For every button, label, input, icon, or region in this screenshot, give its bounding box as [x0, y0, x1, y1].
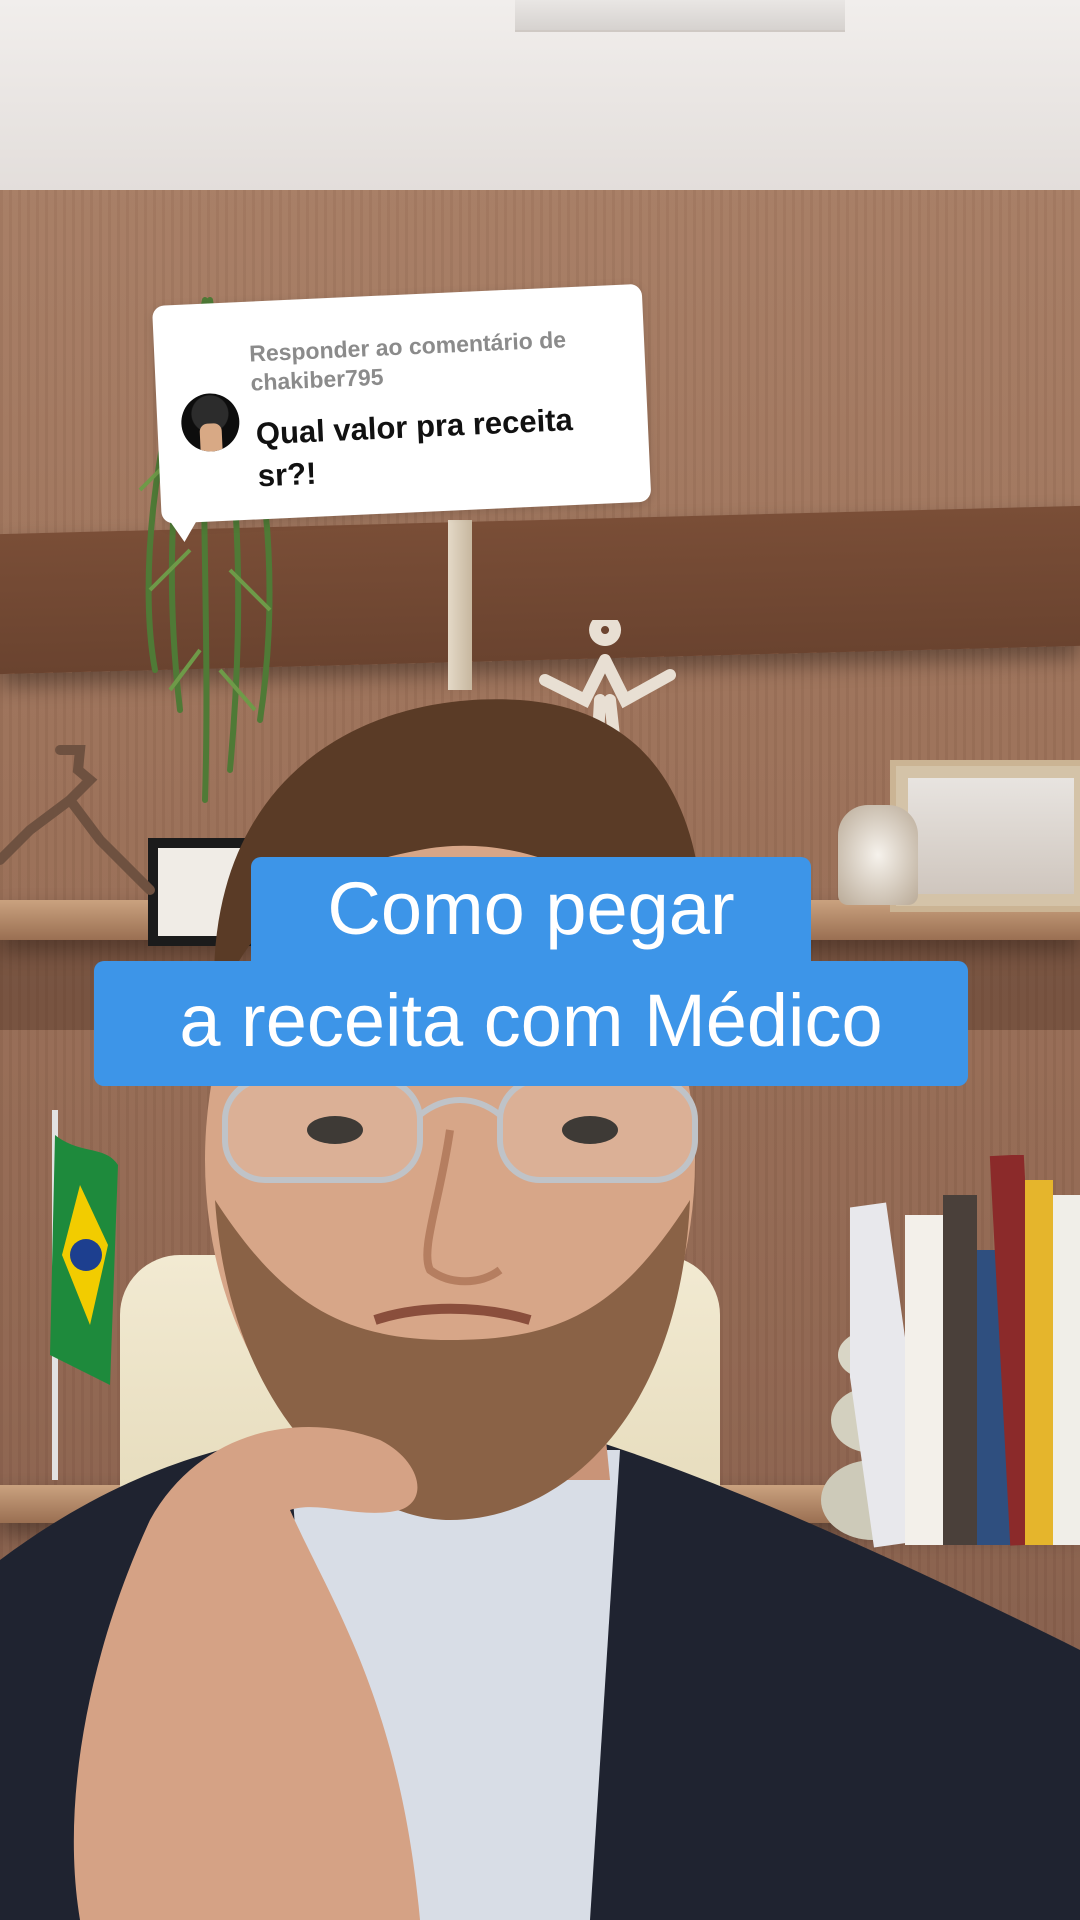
reply-header: Responder ao comentário de chakiber795: [248, 326, 567, 396]
caption-line-2: a receita com Médico: [94, 961, 968, 1086]
caption-text-line-1: Como pegar: [327, 867, 735, 950]
caption-line-1: Como pegar: [251, 857, 811, 961]
caption-text-line-2: a receita com Médico: [179, 979, 883, 1062]
reply-comment-card[interactable]: Responder ao comentário de chakiber795 Q…: [152, 283, 652, 524]
comment-text: Qual valor pra receita sr?!: [255, 402, 574, 494]
reply-card-tail: [169, 519, 199, 543]
user-avatar-icon[interactable]: [180, 392, 241, 453]
